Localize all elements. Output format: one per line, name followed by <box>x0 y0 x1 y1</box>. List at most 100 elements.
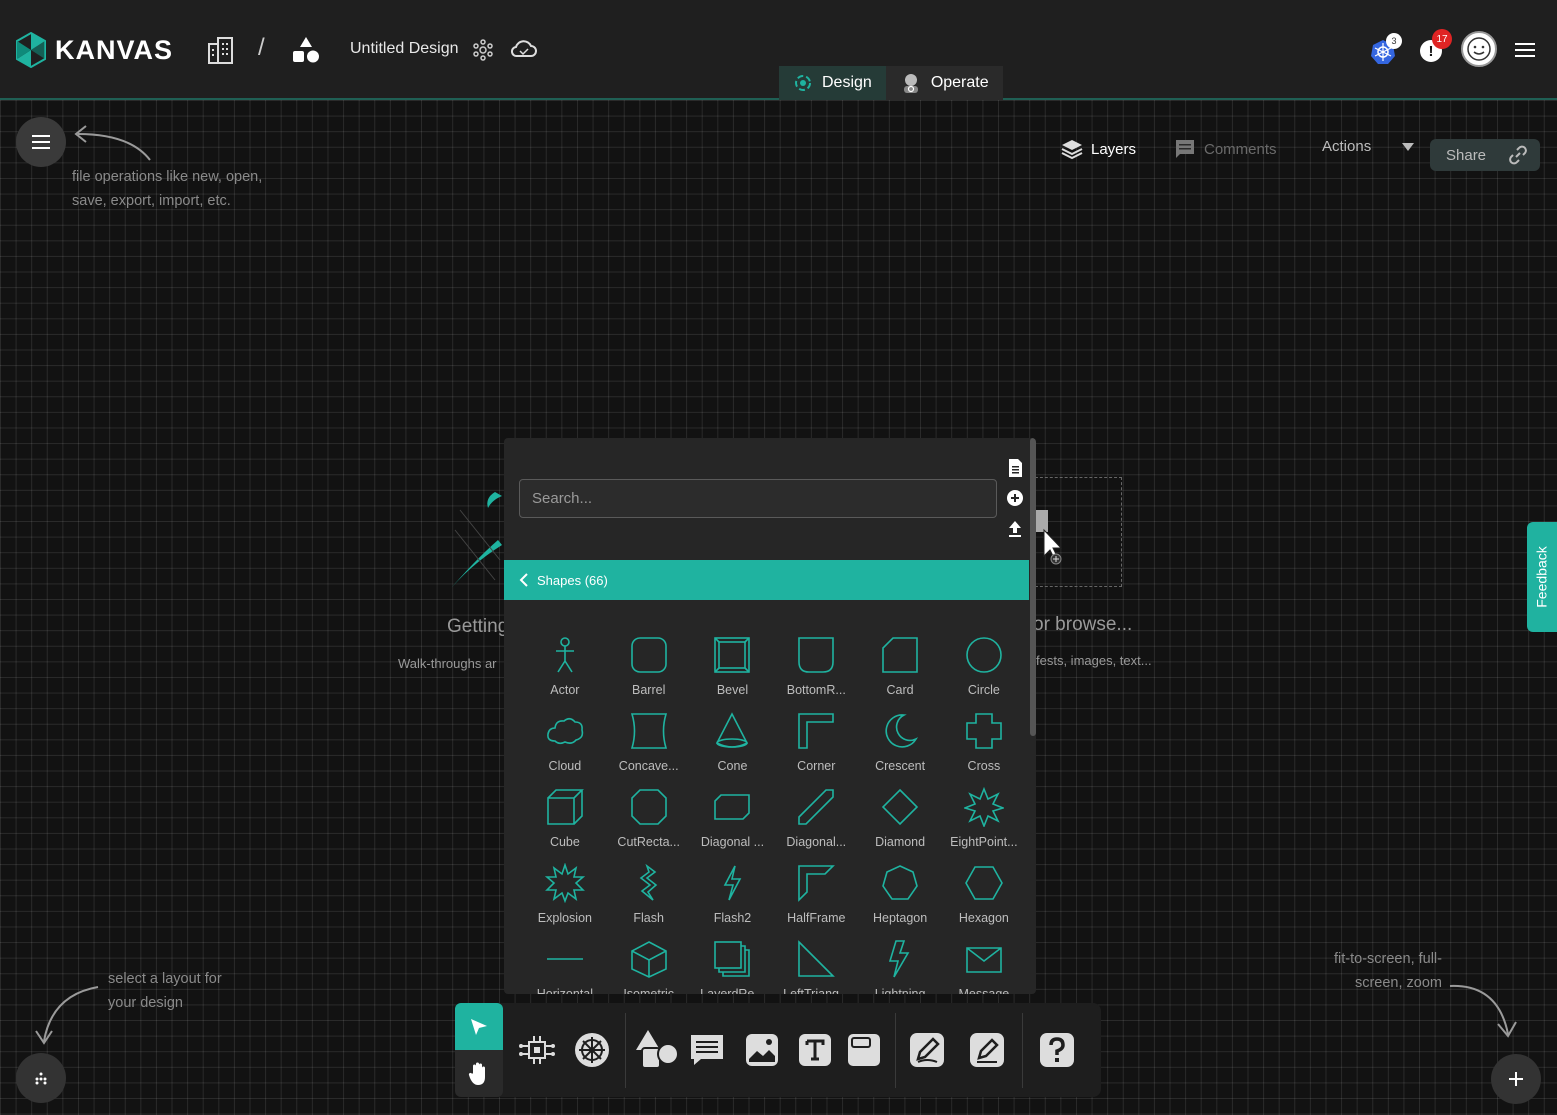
shape-label: Actor <box>550 683 580 697</box>
shape-label: Explosion <box>537 911 592 925</box>
manifests-text: fests, images, text... <box>1036 653 1152 668</box>
shape-search-input[interactable] <box>519 479 997 518</box>
kubernetes-contexts-button[interactable]: 3 <box>1370 33 1402 65</box>
layers-button[interactable]: Layers <box>1061 138 1136 160</box>
cloud-sync-icon[interactable] <box>510 38 538 60</box>
comments-label: Comments <box>1204 140 1277 158</box>
design-title[interactable]: Untitled Design <box>350 40 459 58</box>
draw-tool-button[interactable] <box>965 1028 1009 1072</box>
shape-label: Horizontal <box>536 987 594 994</box>
text-icon <box>799 1034 831 1066</box>
kubernetes-cluster-icon[interactable] <box>472 39 494 61</box>
shape-item[interactable]: CutRecta... <box>607 787 691 849</box>
app-name: KANVAS <box>55 34 174 65</box>
shape-label: Hexagon <box>958 911 1009 925</box>
image-tool-button[interactable] <box>740 1028 784 1072</box>
shape-item[interactable]: HalfFrame <box>774 863 858 925</box>
pointer-icon <box>471 1018 487 1035</box>
shape-item[interactable]: BottomR... <box>774 635 858 697</box>
main-menu-icon[interactable] <box>1515 42 1535 58</box>
diamond-shape-icon <box>881 788 919 826</box>
text-tool-button[interactable] <box>793 1028 837 1072</box>
shapes-tool-button[interactable] <box>633 1026 681 1074</box>
shape-item[interactable]: Crescent <box>858 711 942 773</box>
shape-item[interactable]: Isometric <box>607 939 691 994</box>
comment-box-icon <box>691 1035 723 1065</box>
components-tool-button[interactable] <box>515 1028 559 1072</box>
components-icon <box>519 1036 555 1064</box>
feedback-label: Feedback <box>1534 546 1551 608</box>
shape-item[interactable]: Barrel <box>607 635 691 697</box>
kubernetes-tool-button[interactable] <box>570 1028 614 1072</box>
shape-item[interactable]: Message <box>942 939 1026 994</box>
shape-item[interactable]: Concave... <box>607 711 691 773</box>
pen-tool-button[interactable] <box>905 1028 949 1072</box>
file-menu-button[interactable] <box>16 117 66 167</box>
shape-item[interactable]: Cone <box>691 711 775 773</box>
tab-operate[interactable]: Operate <box>885 66 1003 100</box>
shape-item[interactable]: Bevel <box>691 635 775 697</box>
add-circle-icon[interactable] <box>1006 488 1024 508</box>
user-avatar[interactable] <box>1461 31 1497 67</box>
shape-item[interactable]: LayerdRe... <box>691 939 775 994</box>
shape-item[interactable]: Heptagon <box>858 863 942 925</box>
toolbar-divider <box>1022 1013 1023 1088</box>
shape-label: LeftTriang... <box>783 987 850 994</box>
document-icon[interactable] <box>1006 458 1024 478</box>
shape-item[interactable]: Cube <box>523 787 607 849</box>
shape-item[interactable]: Circle <box>942 635 1026 697</box>
upload-icon[interactable] <box>1006 518 1024 538</box>
share-button[interactable]: Share <box>1430 139 1540 171</box>
comments-button[interactable]: Comments <box>1174 138 1277 160</box>
shape-item[interactable]: Cross <box>942 711 1026 773</box>
workspace-shapes-icon[interactable] <box>291 35 321 65</box>
panel-scrollbar[interactable] <box>1030 438 1036 736</box>
category-title: Shapes (66) <box>537 572 608 588</box>
frame-tool-button[interactable] <box>842 1028 886 1072</box>
shape-item[interactable]: Lightning <box>858 939 942 994</box>
shape-item[interactable]: Actor <box>523 635 607 697</box>
actions-dropdown[interactable]: Actions <box>1322 138 1415 155</box>
shape-label: BottomR... <box>786 683 846 697</box>
shape-item[interactable]: Diagonal... <box>774 787 858 849</box>
notifications-button[interactable]: ! 17 <box>1420 29 1454 65</box>
shape-label: Flash2 <box>713 911 752 925</box>
shape-item[interactable]: Diagonal ... <box>691 787 775 849</box>
layout-button[interactable] <box>16 1053 66 1103</box>
diag-stripe-shape-icon <box>798 789 835 825</box>
browse-text: or browse... <box>1033 614 1133 635</box>
shape-item[interactable]: EightPoint... <box>942 787 1026 849</box>
pen-icon <box>910 1033 944 1067</box>
tab-design[interactable]: Design <box>779 66 886 100</box>
shape-item[interactable]: Diamond <box>858 787 942 849</box>
shape-label: Circle <box>967 683 1000 697</box>
feedback-tab[interactable]: Feedback <box>1527 522 1557 632</box>
shape-item[interactable]: Flash2 <box>691 863 775 925</box>
organization-icon[interactable] <box>207 36 237 64</box>
shape-item[interactable]: Explosion <box>523 863 607 925</box>
toolbar-divider <box>625 1013 626 1088</box>
shape-item[interactable]: Horizontal <box>523 939 607 994</box>
tab-design-label: Design <box>822 74 872 91</box>
bottom-toolbar <box>455 1003 1101 1097</box>
file-operations-hint: file operations like new, open, save, ex… <box>72 169 263 209</box>
pan-tool-button[interactable] <box>455 1050 503 1097</box>
shape-item[interactable]: Corner <box>774 711 858 773</box>
textbox-tool-button[interactable] <box>685 1028 729 1072</box>
zoom-controls-button[interactable] <box>1491 1054 1541 1104</box>
bevel-shape-icon <box>714 637 751 673</box>
eight-point-shape-icon <box>963 787 1004 827</box>
hand-icon <box>468 1062 485 1085</box>
select-tool-button[interactable] <box>455 1003 503 1050</box>
shape-item[interactable]: Cloud <box>523 711 607 773</box>
help-button[interactable] <box>1035 1028 1079 1072</box>
cone-shape-icon <box>716 712 749 748</box>
shape-item[interactable]: Card <box>858 635 942 697</box>
shape-item[interactable]: LeftTriang... <box>774 939 858 994</box>
kanvas-logo[interactable]: KANVAS <box>15 32 173 68</box>
shape-item[interactable]: Flash <box>607 863 691 925</box>
chevron-down-icon <box>1402 142 1415 151</box>
flash2-shape-icon <box>724 865 742 901</box>
shape-item[interactable]: Hexagon <box>942 863 1026 925</box>
category-header[interactable]: Shapes (66) <box>504 560 1029 600</box>
